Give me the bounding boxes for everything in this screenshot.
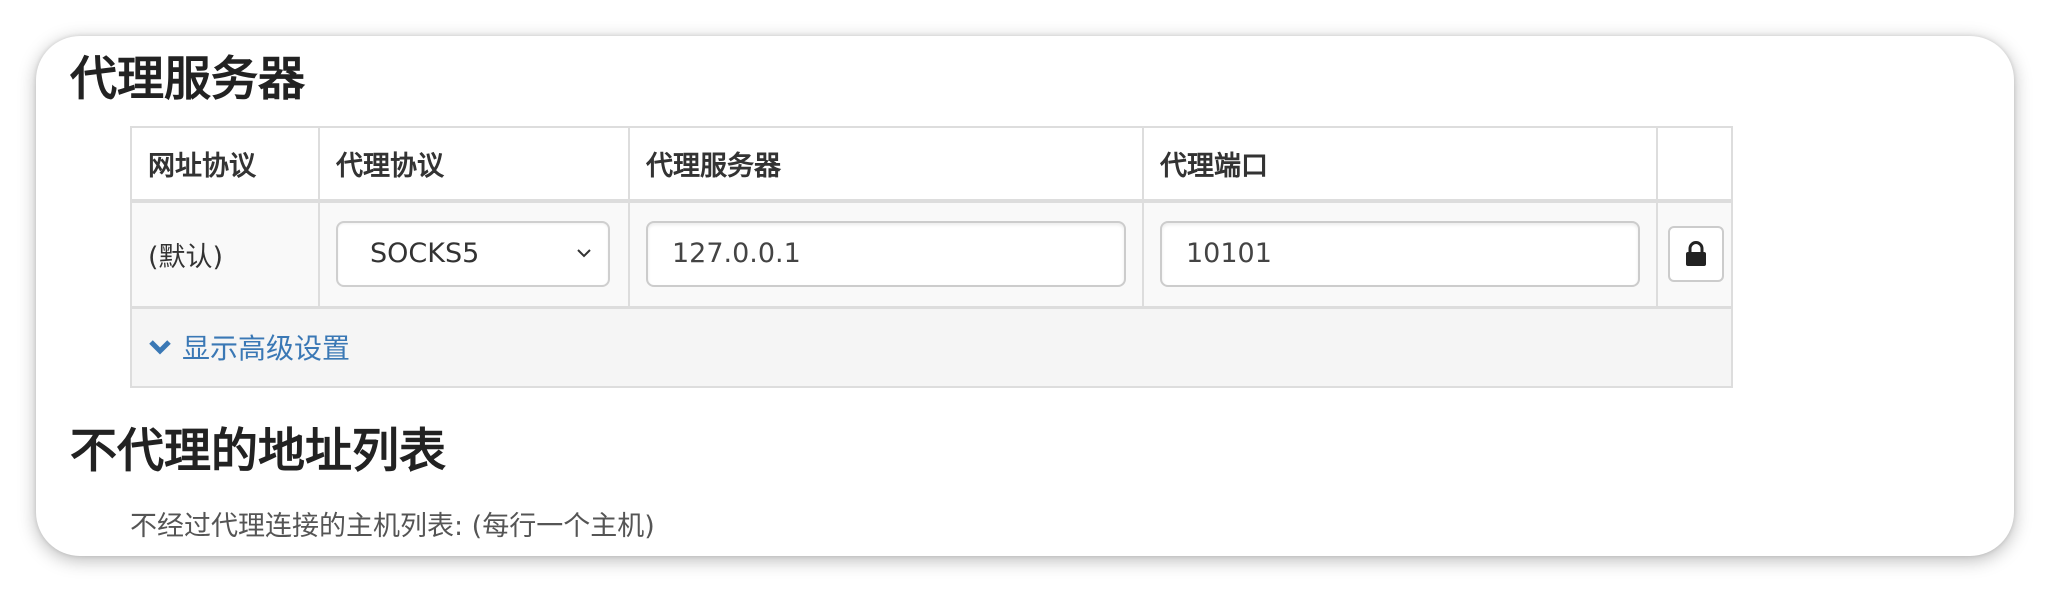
advanced-row: 显示高级设置 [130,305,1733,388]
chevron-down-icon [577,249,591,258]
proxy-protocol-value: SOCKS5 [370,238,480,270]
proxy-settings-card: 代理服务器 网址协议 代理协议 代理服务器 代理端口 (默认) SOCKS5 1… [36,36,2014,556]
chevron-down-icon [149,340,171,355]
header-proxy-server: 代理服务器 [628,126,1144,203]
proxy-port-input[interactable]: 10101 [1160,221,1640,288]
header-proxy-port: 代理端口 [1142,126,1658,203]
header-lock [1656,126,1733,203]
show-advanced-link[interactable]: 显示高级设置 [148,327,350,367]
port-cell: 10101 [1142,200,1658,308]
proxy-table: 网址协议 代理协议 代理服务器 代理端口 (默认) SOCKS5 127.0.0… [130,126,1733,388]
lock-button[interactable] [1668,226,1724,283]
proxy-server-input[interactable]: 127.0.0.1 [646,221,1126,288]
table-header-row: 网址协议 代理协议 代理服务器 代理端口 [130,126,1733,203]
header-proxy-protocol: 代理协议 [318,126,630,203]
bypass-description: 不经过代理连接的主机列表: (每行一个主机) [130,511,655,542]
table-row: (默认) SOCKS5 127.0.0.1 10101 [130,200,1733,308]
proxy-protocol-select[interactable]: SOCKS5 [336,221,610,288]
url-scheme-cell: (默认) [130,200,320,308]
header-url-scheme: 网址协议 [130,126,320,203]
bypass-section-title: 不代理的地址列表 [70,424,446,479]
advanced-cell: 显示高级设置 [130,305,1733,388]
protocol-cell: SOCKS5 [318,200,630,308]
server-cell: 127.0.0.1 [628,200,1144,308]
lock-icon [1686,241,1706,267]
proxy-section-title: 代理服务器 [70,52,305,107]
lock-cell [1656,200,1733,308]
show-advanced-label: 显示高级设置 [182,332,351,366]
